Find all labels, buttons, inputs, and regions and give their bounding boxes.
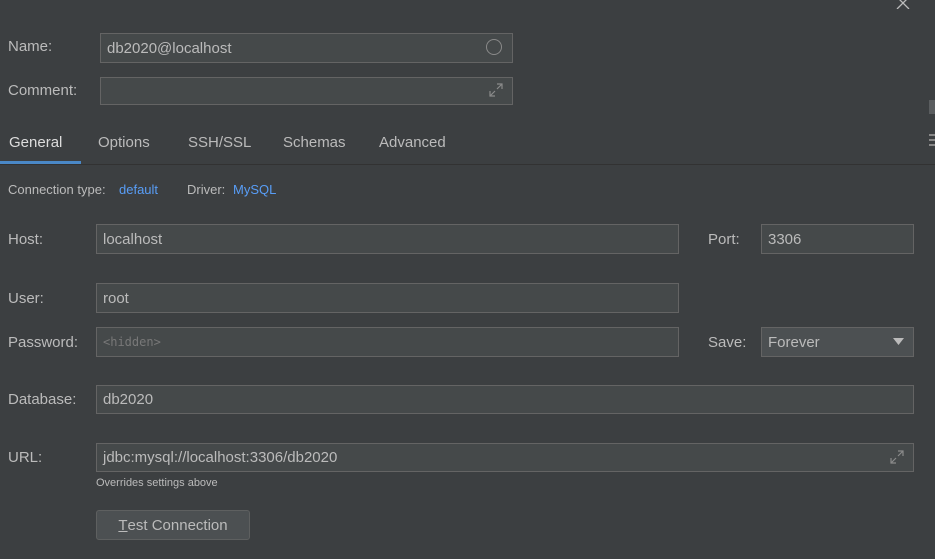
url-label: URL:	[8, 449, 43, 466]
connection-type-label: Connection type:	[8, 182, 106, 197]
connection-type-link[interactable]: default	[119, 182, 158, 197]
tab-divider	[0, 164, 935, 165]
save-label: Save:	[708, 334, 747, 351]
name-value: db2020@localhost	[107, 39, 232, 57]
color-circle-icon[interactable]	[486, 39, 502, 55]
save-select[interactable]: Forever	[761, 327, 914, 357]
expand-icon[interactable]	[488, 82, 504, 98]
window-edge-marker	[929, 100, 935, 114]
port-value: 3306	[768, 230, 802, 248]
expand-icon[interactable]	[889, 449, 905, 465]
password-label: Password:	[8, 334, 79, 351]
close-icon[interactable]	[896, 0, 910, 9]
user-value: root	[103, 289, 129, 307]
host-value: localhost	[103, 230, 163, 248]
port-label: Port:	[708, 231, 740, 248]
window-edge-marker	[929, 134, 935, 136]
port-field[interactable]: 3306	[761, 224, 914, 254]
driver-link[interactable]: MySQL	[233, 182, 276, 197]
chevron-down-icon	[893, 338, 904, 345]
host-label: Host:	[8, 231, 44, 248]
name-field[interactable]: db2020@localhost	[100, 33, 513, 63]
user-field[interactable]: root	[96, 283, 679, 313]
window-edge-marker	[929, 144, 935, 146]
url-field[interactable]: jdbc:mysql://localhost:3306/db2020	[96, 443, 914, 472]
password-placeholder: <hidden>	[103, 335, 161, 349]
url-value: jdbc:mysql://localhost:3306/db2020	[103, 449, 338, 466]
tab-advanced[interactable]: Advanced	[379, 134, 446, 151]
database-value: db2020	[103, 391, 154, 408]
tab-options[interactable]: Options	[98, 134, 150, 151]
driver-label: Driver:	[187, 182, 226, 197]
name-label: Name:	[8, 38, 53, 55]
database-field[interactable]: db2020	[96, 385, 914, 414]
url-hint: Overrides settings above	[96, 477, 218, 489]
password-field[interactable]: <hidden>	[96, 327, 679, 357]
save-value: Forever	[768, 333, 820, 351]
test-connection-mnemonic: T	[118, 516, 128, 534]
comment-field[interactable]	[100, 77, 513, 105]
tab-general[interactable]: General	[9, 134, 62, 151]
tab-ssh-ssl[interactable]: SSH/SSL	[188, 134, 251, 151]
test-connection-label: est Connection	[127, 516, 228, 534]
host-field[interactable]: localhost	[96, 224, 679, 254]
test-connection-button[interactable]: Test Connection	[96, 510, 250, 540]
user-label: User:	[8, 290, 44, 307]
window-edge-marker	[929, 139, 935, 141]
database-label: Database:	[8, 391, 77, 408]
tab-schemas[interactable]: Schemas	[283, 134, 346, 151]
comment-label: Comment:	[8, 82, 78, 99]
